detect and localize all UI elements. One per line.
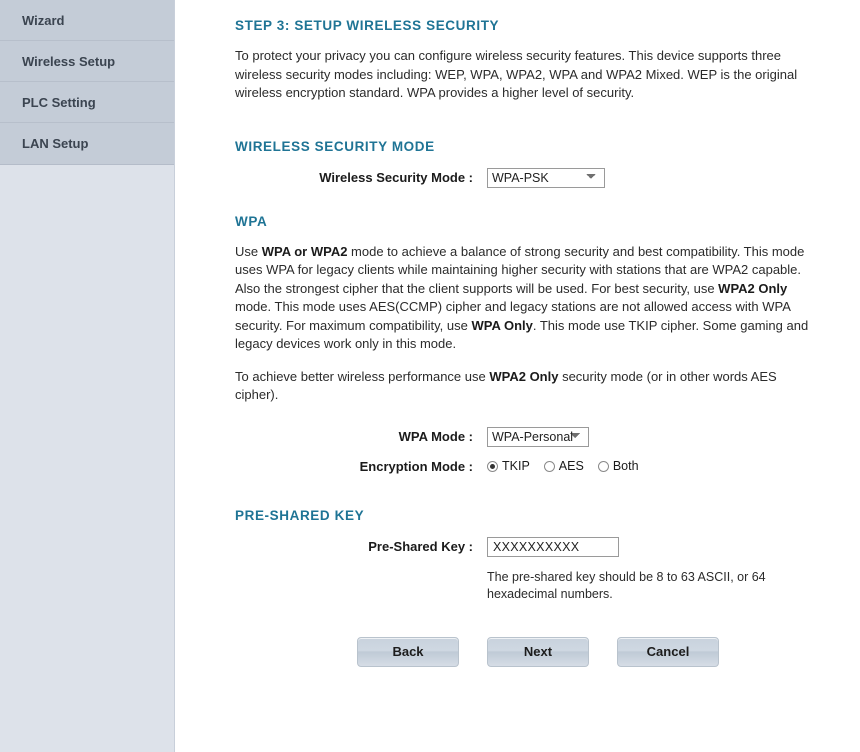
wpa-section-title: WPA [235, 213, 268, 229]
encryption-option-tkip[interactable]: TKIP [487, 459, 530, 473]
page-title: STEP 3: SETUP WIRELESS SECURITY [235, 18, 500, 33]
sidebar-item-lan-setup[interactable]: LAN Setup [0, 123, 174, 164]
pre-shared-key-input[interactable] [487, 536, 619, 557]
sidebar-item-label: Wizard [22, 13, 65, 28]
encryption-option-label: Both [612, 459, 639, 473]
radio-unselected-icon[interactable] [597, 460, 609, 472]
pre-shared-key-label: Pre-Shared Key : [368, 539, 473, 554]
sidebar: Wizard Wireless Setup PLC Setting LAN Se… [0, 0, 175, 752]
sidebar-item-label: PLC Setting [22, 95, 96, 110]
encryption-option-label: AES [558, 459, 584, 473]
pre-shared-key-title: PRE-SHARED KEY [235, 507, 365, 523]
wpa-paragraph-1: Use WPA or WPA2 mode to achieve a balanc… [235, 243, 819, 354]
wpa-p1-bold1: WPA or WPA2 [261, 243, 348, 259]
pre-shared-key-row: Pre-Shared Key : [235, 536, 830, 557]
radio-unselected-icon[interactable] [543, 460, 555, 472]
encryption-option-both[interactable]: Both [597, 459, 639, 473]
wpa-mode-row: WPA Mode : WPA-Personal [235, 426, 830, 447]
wireless-security-mode-select[interactable]: WPA-PSK [487, 167, 605, 188]
wireless-security-mode-row: Wireless Security Mode : WPA-PSK [235, 167, 830, 188]
encryption-mode-radio-group: TKIP AES Both [487, 459, 830, 473]
encryption-mode-row: Encryption Mode : TKIP AES Both [235, 459, 830, 474]
form-actions: Back Next Cancel [357, 636, 830, 667]
sidebar-item-wireless-setup[interactable]: Wireless Setup [0, 41, 174, 82]
sidebar-menu: Wizard Wireless Setup PLC Setting LAN Se… [0, 0, 174, 165]
main-content: STEP 3: SETUP WIRELESS SECURITY To prote… [176, 0, 860, 752]
intro-paragraph: To protect your privacy you can configur… [235, 48, 798, 100]
wpa-p2-text1: To achieve better wireless performance u… [235, 368, 490, 384]
wpa-paragraph-2: To achieve better wireless performance u… [235, 368, 819, 405]
wpa-p1-bold3: WPA Only [471, 317, 533, 333]
wpa-p2-bold1: WPA2 Only [489, 368, 559, 384]
radio-selected-icon[interactable] [487, 460, 498, 472]
sidebar-item-plc-setting[interactable]: PLC Setting [0, 82, 174, 123]
sidebar-item-label: Wireless Setup [22, 54, 116, 69]
encryption-option-aes[interactable]: AES [543, 459, 584, 473]
wireless-security-mode-label: Wireless Security Mode : [319, 170, 473, 185]
wpa-p1-text1: Use [235, 243, 262, 259]
encryption-option-label: TKIP [502, 459, 530, 473]
next-button[interactable]: Next [487, 636, 589, 667]
back-button[interactable]: Back [357, 636, 459, 667]
wpa-p1-bold2: WPA2 Only [718, 280, 788, 296]
page-root: Wizard Wireless Setup PLC Setting LAN Se… [0, 0, 860, 752]
wireless-security-mode-title: WIRELESS SECURITY MODE [235, 138, 435, 154]
sidebar-item-wizard[interactable]: Wizard [0, 0, 174, 41]
cancel-button[interactable]: Cancel [617, 636, 719, 667]
encryption-mode-label: Encryption Mode : [359, 458, 473, 474]
wpa-mode-select[interactable]: WPA-Personal [487, 426, 589, 447]
pre-shared-key-hint: The pre-shared key should be 8 to 63 ASC… [487, 569, 766, 601]
wpa-mode-label: WPA Mode : [398, 429, 473, 444]
sidebar-item-label: LAN Setup [22, 136, 89, 151]
